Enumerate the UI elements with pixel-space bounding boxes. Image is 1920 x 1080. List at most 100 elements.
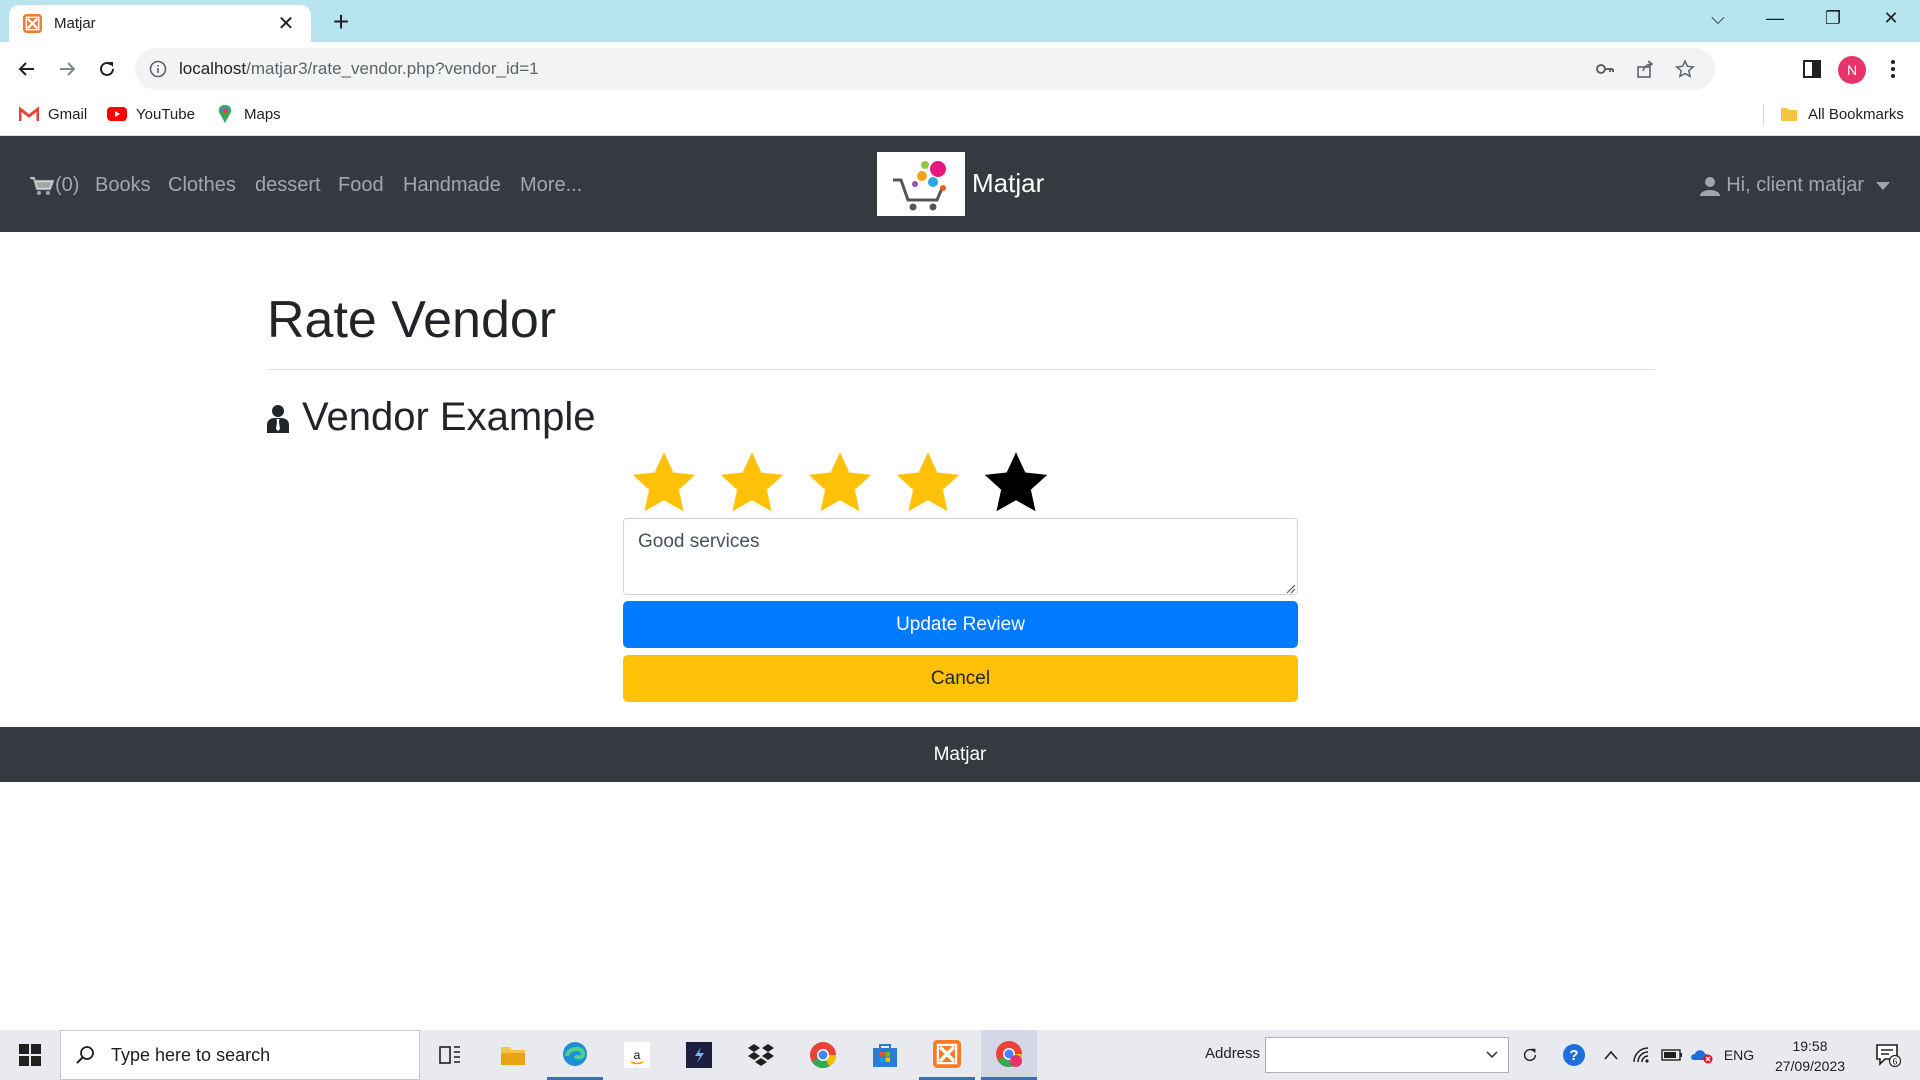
start-button[interactable]	[0, 1030, 60, 1080]
task-view-icon[interactable]	[422, 1030, 478, 1080]
close-window-icon[interactable]: ✕	[1876, 8, 1906, 32]
bookmark-youtube[interactable]: YouTube	[106, 104, 195, 124]
all-bookmarks-label: All Bookmarks	[1808, 105, 1904, 123]
nav-more[interactable]: More...	[520, 174, 582, 197]
address-bar[interactable]: localhost/matjar3/rate_vendor.php?vendor…	[135, 48, 1715, 90]
search-icon	[76, 1046, 94, 1064]
search-placeholder: Type here to search	[111, 1044, 271, 1065]
browser-toolbar: localhost/matjar3/rate_vendor.php?vendor…	[0, 42, 1920, 96]
chrome-icon[interactable]	[795, 1030, 851, 1080]
star-filled-icon[interactable]	[628, 448, 700, 518]
address-toolbar-label: Address	[1205, 1045, 1261, 1062]
refresh-icon[interactable]	[1515, 1030, 1545, 1080]
nav-dessert[interactable]: dessert	[255, 174, 321, 197]
bookmark-gmail[interactable]: Gmail	[18, 104, 87, 124]
dropbox-icon[interactable]	[733, 1030, 789, 1080]
battery-icon[interactable]	[1658, 1030, 1686, 1080]
visual-studio-icon[interactable]	[671, 1030, 727, 1080]
amazon-icon[interactable]: a	[609, 1030, 665, 1080]
restore-window-icon[interactable]: ❐	[1818, 8, 1848, 32]
password-key-icon[interactable]	[1589, 53, 1621, 85]
help-icon[interactable]: ?	[1557, 1030, 1591, 1080]
bookmark-maps[interactable]: Maps	[214, 104, 281, 124]
browser-tab[interactable]: Matjar ✕	[9, 5, 311, 42]
youtube-icon	[106, 104, 128, 124]
onedrive-error-icon[interactable]	[1688, 1030, 1716, 1080]
taskbar-search[interactable]: Type here to search	[60, 1030, 420, 1080]
chevron-down-icon[interactable]	[1486, 1051, 1498, 1059]
share-icon[interactable]	[1629, 53, 1661, 85]
user-menu-dropdown[interactable]: Hi, client matjar	[1700, 174, 1890, 197]
bookmarks-divider	[1763, 104, 1764, 126]
windows-logo-icon	[19, 1044, 41, 1066]
star-filled-icon[interactable]	[804, 448, 876, 518]
bookmark-label: Maps	[244, 105, 281, 123]
cancel-button[interactable]: Cancel	[623, 655, 1298, 702]
reload-icon[interactable]	[91, 53, 123, 85]
star-filled-icon[interactable]	[716, 448, 788, 518]
user-icon	[1700, 176, 1721, 196]
nav-handmade[interactable]: Handmade	[403, 174, 501, 197]
profile-avatar[interactable]: N	[1838, 56, 1866, 84]
xampp-favicon-icon	[23, 14, 42, 33]
close-tab-icon[interactable]: ✕	[275, 11, 297, 36]
xampp-icon[interactable]	[919, 1030, 975, 1080]
star-rating[interactable]	[628, 448, 1068, 518]
svg-text:?: ?	[1569, 1047, 1578, 1064]
maps-icon	[214, 104, 236, 124]
update-review-button[interactable]: Update Review	[623, 601, 1298, 648]
bookmark-label: YouTube	[136, 105, 195, 123]
nav-clothes[interactable]: Clothes	[168, 174, 236, 197]
browser-menu-icon[interactable]	[1877, 53, 1909, 85]
title-divider	[267, 369, 1655, 370]
address-toolbar-input[interactable]	[1265, 1037, 1509, 1073]
site-info-icon[interactable]	[149, 60, 167, 78]
shopping-cart-logo-icon	[893, 161, 946, 211]
site-footer: Matjar	[0, 727, 1920, 782]
url-text: localhost/matjar3/rate_vendor.php?vendor…	[179, 59, 1581, 79]
brand-name[interactable]: Matjar	[972, 168, 1044, 199]
microsoft-store-icon[interactable]	[857, 1030, 913, 1080]
cart-link[interactable]: (0)	[30, 174, 79, 197]
user-tie-icon	[267, 404, 289, 433]
all-bookmarks[interactable]: All Bookmarks	[1778, 104, 1904, 124]
caret-down-icon	[1876, 181, 1890, 190]
page-title: Rate Vendor	[267, 291, 557, 349]
browser-tab-bar: Matjar ✕ + ⌵ — ❐ ✕	[0, 0, 1920, 42]
user-greeting: Hi, client matjar	[1726, 174, 1864, 196]
nav-food[interactable]: Food	[338, 174, 384, 197]
back-icon[interactable]	[11, 53, 43, 85]
svg-text:a: a	[634, 1048, 641, 1062]
url-path: /matjar3/rate_vendor.php?vendor_id=1	[246, 59, 539, 78]
bookmark-label: Gmail	[48, 105, 88, 123]
footer-text: Matjar	[933, 743, 987, 765]
edge-browser-icon[interactable]	[547, 1030, 603, 1080]
star-filled-icon[interactable]	[892, 448, 964, 518]
bookmark-star-icon[interactable]	[1669, 53, 1701, 85]
tab-search-icon[interactable]: ⌵	[1703, 8, 1733, 32]
forward-icon[interactable]	[51, 53, 83, 85]
side-panel-icon[interactable]	[1796, 53, 1828, 85]
notification-center-icon[interactable]: 6	[1866, 1030, 1910, 1080]
resize-grip-icon[interactable]	[1284, 582, 1296, 594]
cart-count: (0)	[55, 174, 80, 196]
show-hidden-icons-chevron-up-icon[interactable]	[1598, 1030, 1624, 1080]
clock-time: 19:58	[1792, 1038, 1828, 1054]
language-indicator[interactable]: ENG	[1722, 1030, 1756, 1080]
vendor-heading: Vendor Example	[267, 395, 596, 440]
folder-icon	[1778, 104, 1800, 124]
shopping-cart-icon	[30, 176, 54, 195]
nav-books[interactable]: Books	[95, 174, 151, 197]
windows-taskbar: Type here to search a Address ? ENG 19:5…	[0, 1030, 1920, 1080]
new-tab-button[interactable]: +	[326, 6, 356, 38]
star-empty-icon[interactable]	[980, 448, 1052, 518]
minimize-window-icon[interactable]: —	[1760, 8, 1790, 32]
review-textarea[interactable]: Good services	[623, 518, 1298, 595]
url-host: localhost	[179, 59, 247, 78]
brand-logo[interactable]	[877, 152, 965, 216]
bookmarks-bar: Gmail YouTube Maps All Bookmarks	[0, 96, 1920, 136]
chrome-profile-icon[interactable]	[981, 1030, 1037, 1080]
file-explorer-icon[interactable]	[485, 1030, 541, 1080]
wifi-icon[interactable]	[1628, 1030, 1656, 1080]
system-clock[interactable]: 19:58 27/09/2023	[1760, 1036, 1860, 1076]
